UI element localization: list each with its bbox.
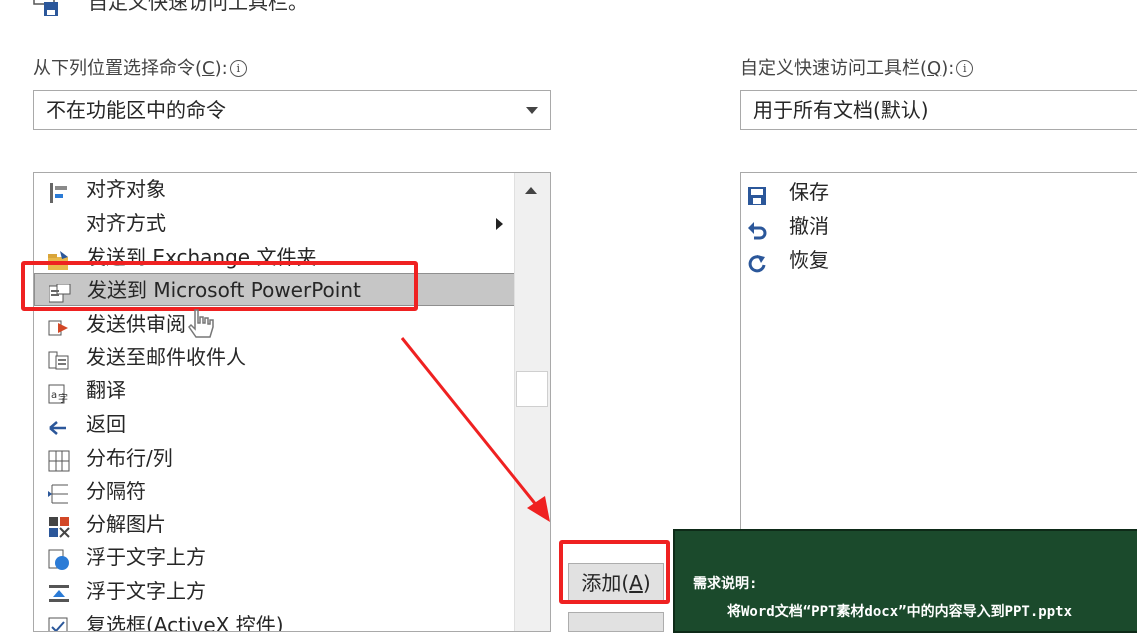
note-heading: 需求说明: [693, 576, 758, 592]
note-body: 将Word文档“PPT素材docx”中的内容导入到PPT.pptx [727, 604, 1073, 620]
mouse-cursor-icon [188, 309, 214, 338]
requirement-note-panel: 需求说明: 将Word文档“PPT素材docx”中的内容导入到PPT.pptx [673, 529, 1137, 633]
